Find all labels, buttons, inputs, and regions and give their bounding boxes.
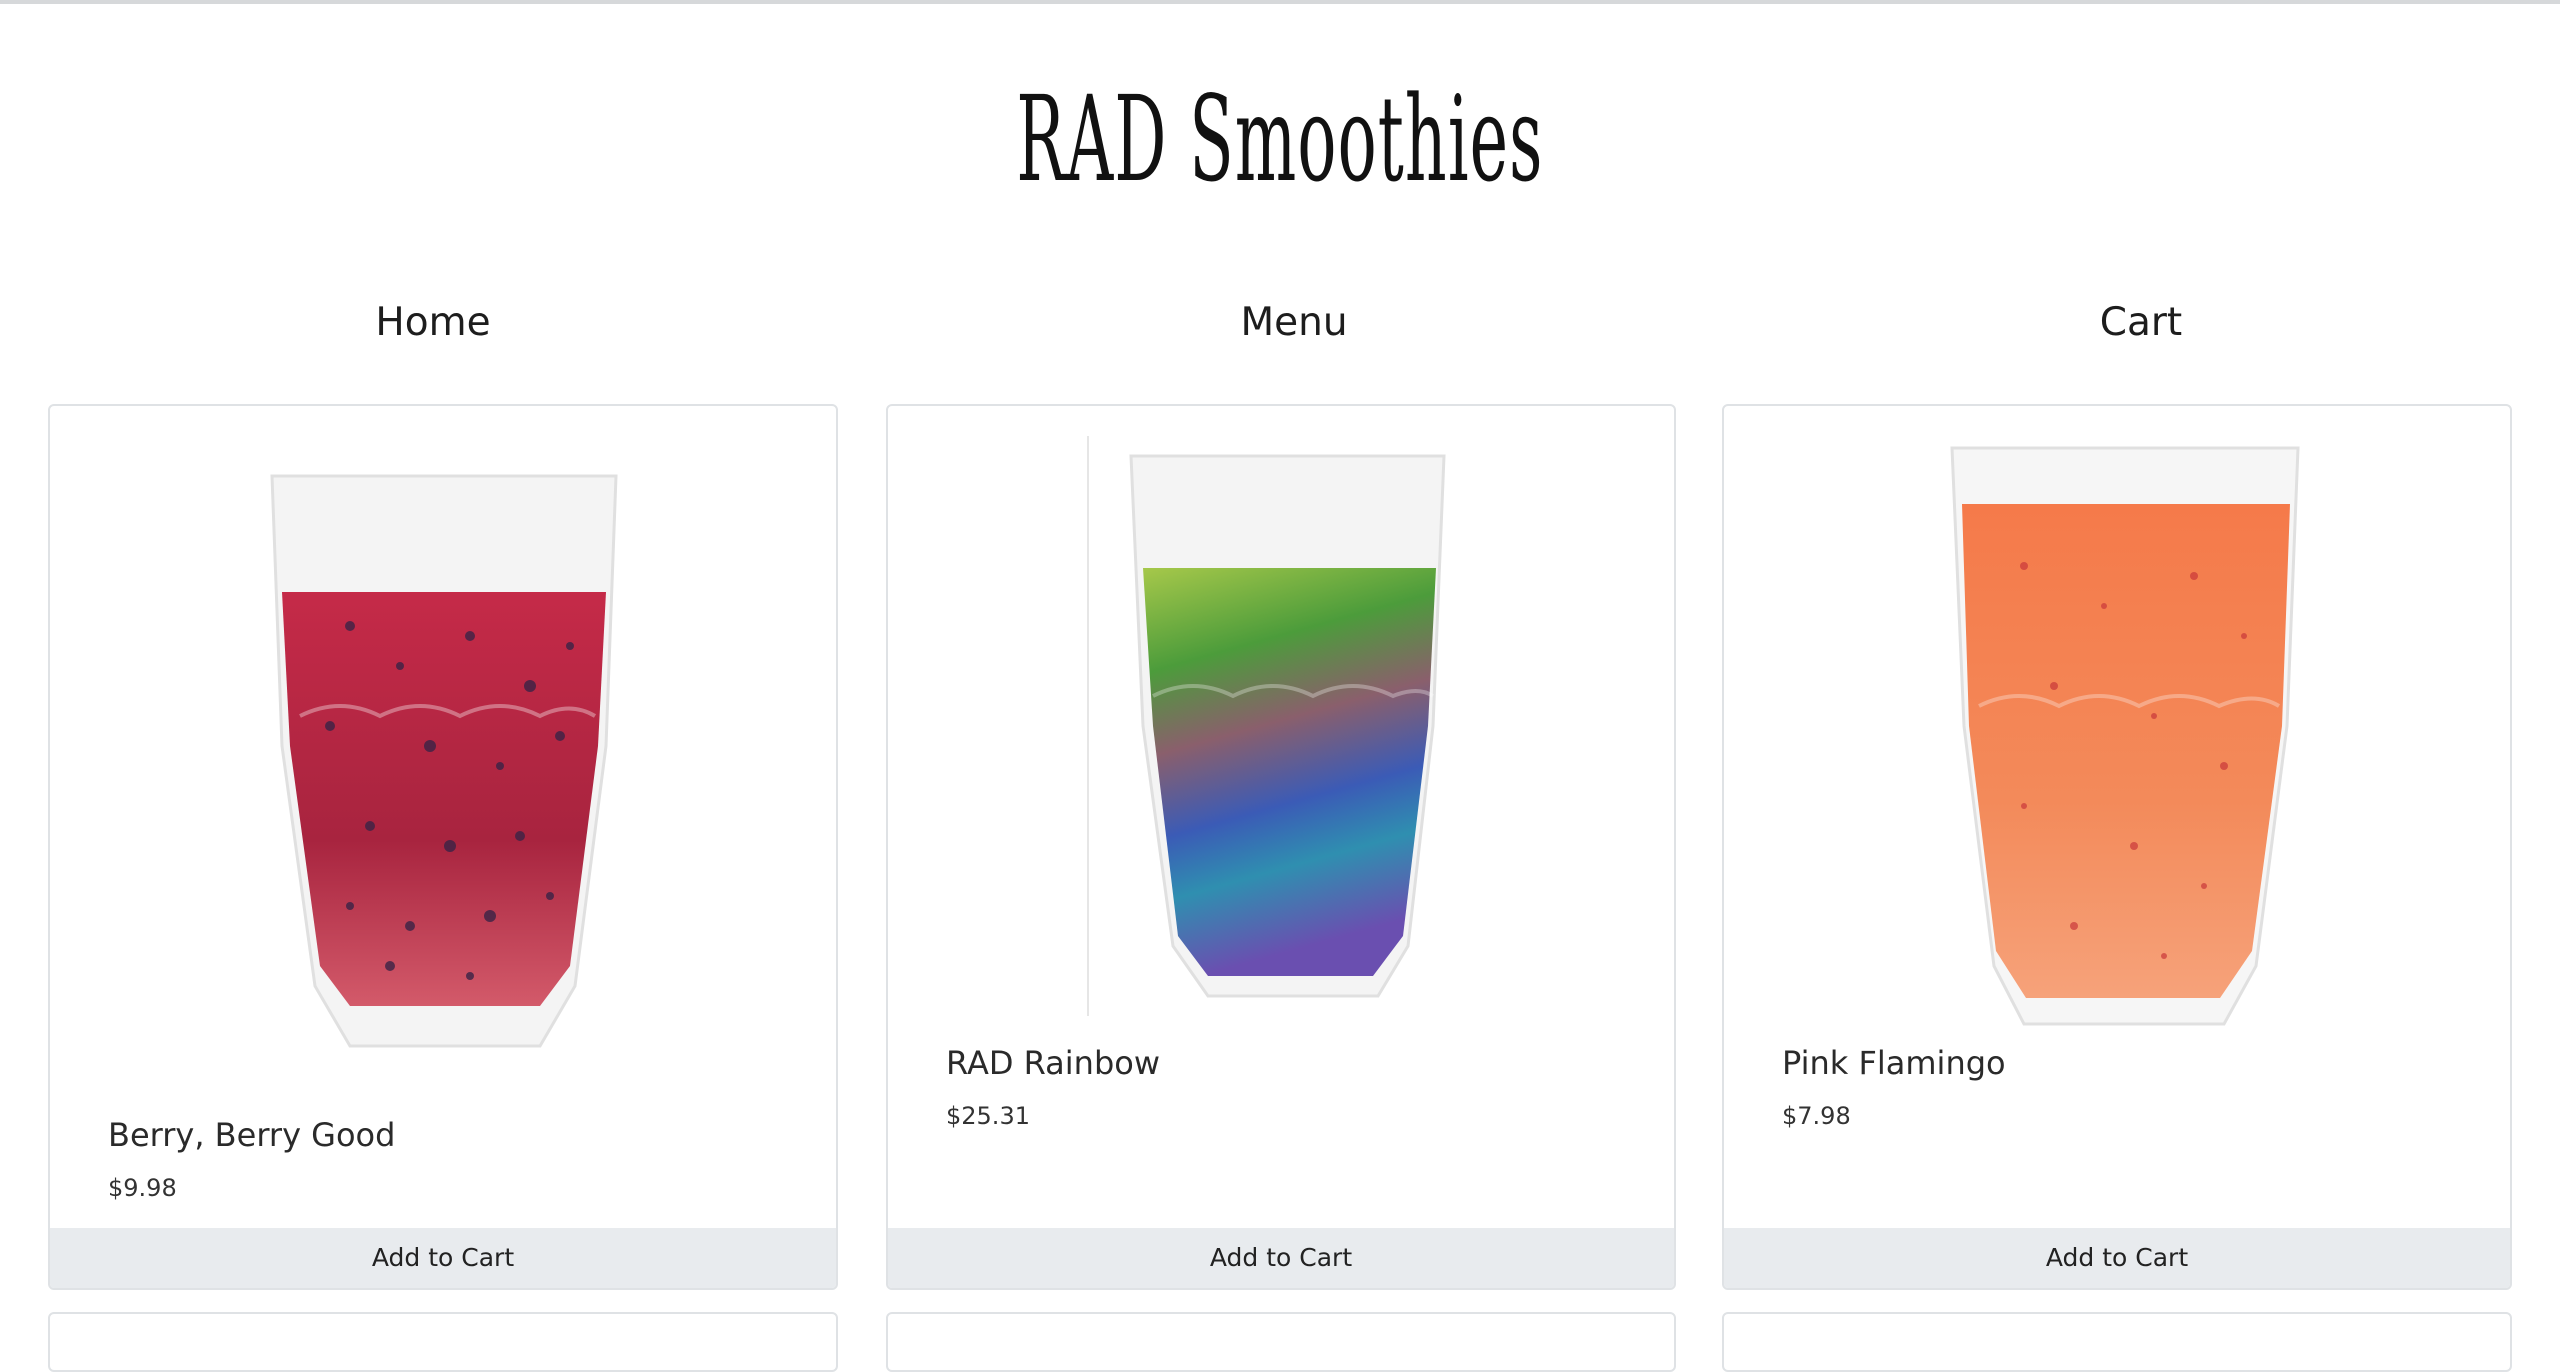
product-name: Berry, Berry Good (108, 1116, 396, 1154)
product-name: RAD Rainbow (946, 1044, 1161, 1082)
add-to-cart-button[interactable]: Add to Cart (888, 1228, 1674, 1288)
product-price: $9.98 (108, 1174, 177, 1202)
product-price: $7.98 (1782, 1102, 1851, 1130)
product-card-berry: Berry, Berry Good $9.98 Add to Cart (48, 404, 838, 1290)
main-nav: Home Menu Cart (0, 300, 2560, 360)
product-card-flamingo: Pink Flamingo $7.98 Add to Cart (1722, 404, 2512, 1290)
product-image-flamingo (1724, 406, 2510, 1066)
add-to-cart-button[interactable]: Add to Cart (50, 1228, 836, 1288)
product-name: Pink Flamingo (1782, 1044, 2006, 1082)
top-border (0, 0, 2560, 4)
product-card-partial (48, 1312, 838, 1372)
nav-home-link[interactable]: Home (233, 300, 633, 345)
site-title: RAD Smoothies (1016, 70, 1544, 208)
product-card-partial (886, 1312, 1676, 1372)
nav-menu-link[interactable]: Menu (1094, 300, 1494, 345)
nav-cart-link[interactable]: Cart (1941, 300, 2341, 345)
add-to-cart-button[interactable]: Add to Cart (1724, 1228, 2510, 1288)
product-image-berry (50, 406, 836, 1066)
product-card-rainbow: RAD Rainbow $25.31 Add to Cart (886, 404, 1676, 1290)
product-price: $25.31 (946, 1102, 1030, 1130)
product-card-partial (1722, 1312, 2512, 1372)
product-image-rainbow (888, 406, 1674, 1066)
